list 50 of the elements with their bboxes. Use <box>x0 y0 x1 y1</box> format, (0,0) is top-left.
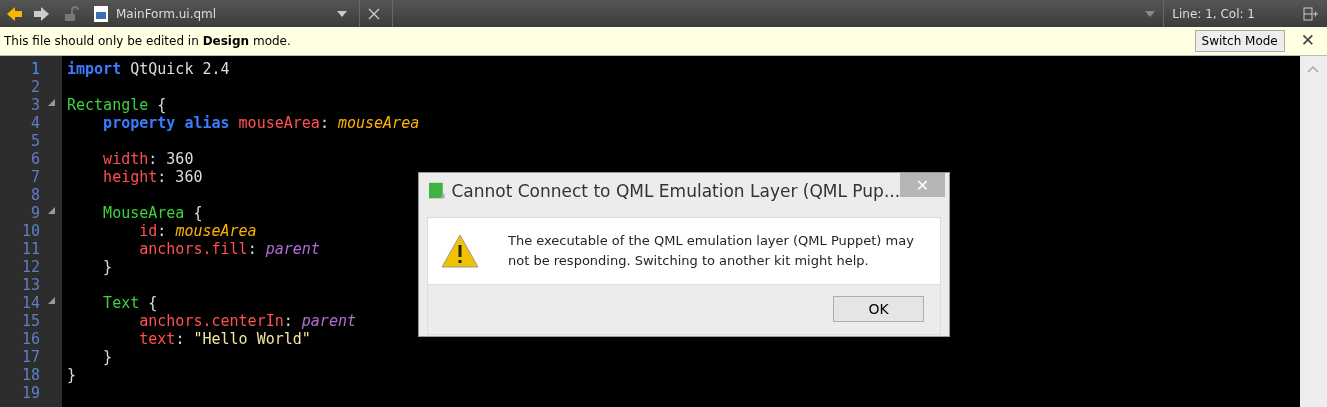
code-line: Rectangle { <box>66 96 167 114</box>
line-number: 18 <box>20 366 41 384</box>
close-button[interactable]: ✕ <box>1300 28 1315 54</box>
line-number: 10 <box>20 222 41 240</box>
line-number: 4 <box>29 114 41 132</box>
line-number: 8 <box>29 186 41 204</box>
line-number: 14 <box>0 294 62 312</box>
line-number: 6 <box>29 150 41 168</box>
code-line: } <box>102 348 113 366</box>
fold-marker-icon[interactable] <box>48 99 56 107</box>
line-number: 5 <box>29 132 41 150</box>
code-line: } <box>102 258 113 276</box>
file-name-dropdown[interactable]: MainForm.ui.qml <box>112 4 337 23</box>
caret-icon[interactable] <box>337 10 347 17</box>
split-icon[interactable] <box>1303 6 1319 21</box>
line-number: 17 <box>20 348 41 366</box>
caret-icon[interactable] <box>1145 10 1156 17</box>
line-number: 15 <box>20 312 41 330</box>
close-icon[interactable] <box>368 7 380 20</box>
switch-mode-button[interactable]: Switch Mode <box>1194 30 1285 52</box>
line-number: 19 <box>20 384 41 402</box>
code-line: import QtQuick 2.4 <box>66 60 230 78</box>
code-line: anchors.fill: parent <box>138 240 320 258</box>
line-number: 12 <box>20 258 41 276</box>
line-number: 11 <box>20 240 41 258</box>
line-number: 1 <box>29 60 41 78</box>
line-number: 9 <box>0 204 62 222</box>
fold-marker-icon[interactable] <box>48 207 56 215</box>
info-message: This file should only be edited in Design mode. <box>4 33 292 50</box>
code-line: anchors.centerIn: parent <box>138 312 356 330</box>
dialog-title: Cannot Connect to QML Emulation Layer (QML Pup... <box>451 180 901 203</box>
line-number: 3 <box>0 96 62 114</box>
code-line: MouseArea { <box>102 204 203 222</box>
app-logo-icon <box>429 182 446 200</box>
line-number: 13 <box>20 276 41 294</box>
code-line: text: "Hello World" <box>138 330 311 348</box>
code-line: } <box>66 366 77 384</box>
code-line: id: mouseArea <box>138 222 257 240</box>
line-number: 16 <box>20 330 41 348</box>
fold-marker-icon[interactable] <box>48 297 56 305</box>
warning-icon <box>440 232 480 269</box>
code-line: property alias mouseArea: mouseArea <box>102 114 420 132</box>
code-line: height: 360 <box>102 168 203 186</box>
line-number: 2 <box>29 78 41 96</box>
dialog-message: The executable of the QML emulation layer (QML Puppet) may not be responding. Switching to another kit might help. <box>508 232 915 270</box>
code-line: width: 360 <box>102 150 194 168</box>
cursor-position: Line: 1, Col: 1 <box>1172 5 1255 23</box>
code-line: Text { <box>102 294 158 312</box>
ok-button[interactable]: OK <box>833 296 924 322</box>
line-number: 7 <box>29 168 41 186</box>
